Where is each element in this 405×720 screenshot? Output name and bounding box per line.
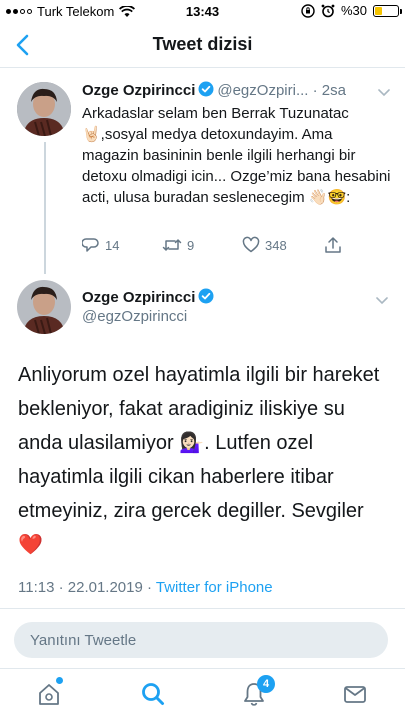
tab-messages[interactable] bbox=[340, 679, 370, 709]
share-button[interactable] bbox=[324, 236, 342, 254]
mail-icon bbox=[344, 686, 366, 703]
alarm-icon bbox=[321, 4, 335, 17]
chevron-down-icon[interactable] bbox=[376, 84, 392, 100]
author-name[interactable]: Ozge Ozpirincci bbox=[82, 289, 195, 306]
author-name-row: Ozge Ozpirincci bbox=[82, 288, 217, 306]
status-right: %30 bbox=[301, 3, 402, 18]
retweet-count: 9 bbox=[187, 237, 195, 253]
reply-count: 14 bbox=[105, 237, 120, 253]
battery-icon bbox=[373, 4, 402, 17]
reply-input[interactable]: Yanıtını Tweetle bbox=[14, 622, 388, 658]
thread-connector bbox=[44, 142, 46, 274]
tweet-meta: 11:13 · 22.01.2019 · Twitter for iPhone bbox=[18, 579, 273, 596]
like-button[interactable]: 348 bbox=[242, 236, 287, 254]
tweet-date: 11:13 · 22.01.2019 · bbox=[18, 579, 156, 596]
bottom-tab-bar: 4 bbox=[0, 668, 405, 720]
tweet-actions: 14 9 348 bbox=[82, 236, 372, 256]
reply-button[interactable]: 14 bbox=[82, 236, 119, 254]
author-name[interactable]: Ozge Ozpirincci bbox=[82, 82, 195, 99]
divider bbox=[0, 608, 405, 609]
share-icon bbox=[325, 237, 341, 253]
verified-badge-icon bbox=[198, 288, 214, 304]
tweet-header: Ozge Ozpirincci @egzOzpiri... · 2sa bbox=[82, 81, 397, 101]
tweet-text: Anliyorum ozel hayatimla ilgili bir hare… bbox=[18, 364, 380, 556]
avatar[interactable] bbox=[17, 82, 71, 136]
rotation-lock-icon bbox=[301, 3, 315, 18]
tweet-time: · 2sa bbox=[312, 82, 346, 99]
retweet-icon bbox=[162, 239, 182, 251]
tab-search[interactable] bbox=[138, 679, 168, 709]
chevron-down-icon[interactable] bbox=[374, 292, 390, 308]
parent-tweet[interactable]: Ozge Ozpirincci @egzOzpiri... · 2sa Arka… bbox=[0, 68, 405, 268]
heart-icon bbox=[242, 236, 260, 253]
notification-badge: 4 bbox=[257, 675, 275, 693]
search-icon bbox=[142, 683, 164, 705]
retweet-button[interactable]: 9 bbox=[162, 236, 194, 254]
page-title: Tweet dizisi bbox=[152, 34, 253, 54]
tweet-text: Arkadaslar selam ben Berrak Tuzunatac 🤘🏻… bbox=[82, 105, 391, 206]
avatar[interactable] bbox=[17, 280, 71, 334]
battery-fill bbox=[375, 6, 382, 15]
nav-bar: Tweet dizisi bbox=[0, 22, 405, 68]
tweet-source-link[interactable]: Twitter for iPhone bbox=[156, 579, 273, 596]
like-count: 348 bbox=[265, 237, 287, 253]
author-handle[interactable]: @egzOzpiri... bbox=[217, 82, 308, 99]
status-bar: Turk Telekom 13:43 %30 bbox=[0, 0, 405, 22]
battery-percent: %30 bbox=[340, 3, 367, 18]
author-handle[interactable]: @egzOzpirincci bbox=[82, 308, 187, 325]
verified-badge-icon bbox=[198, 81, 214, 97]
new-content-dot bbox=[56, 677, 63, 684]
reply-icon bbox=[82, 238, 99, 252]
